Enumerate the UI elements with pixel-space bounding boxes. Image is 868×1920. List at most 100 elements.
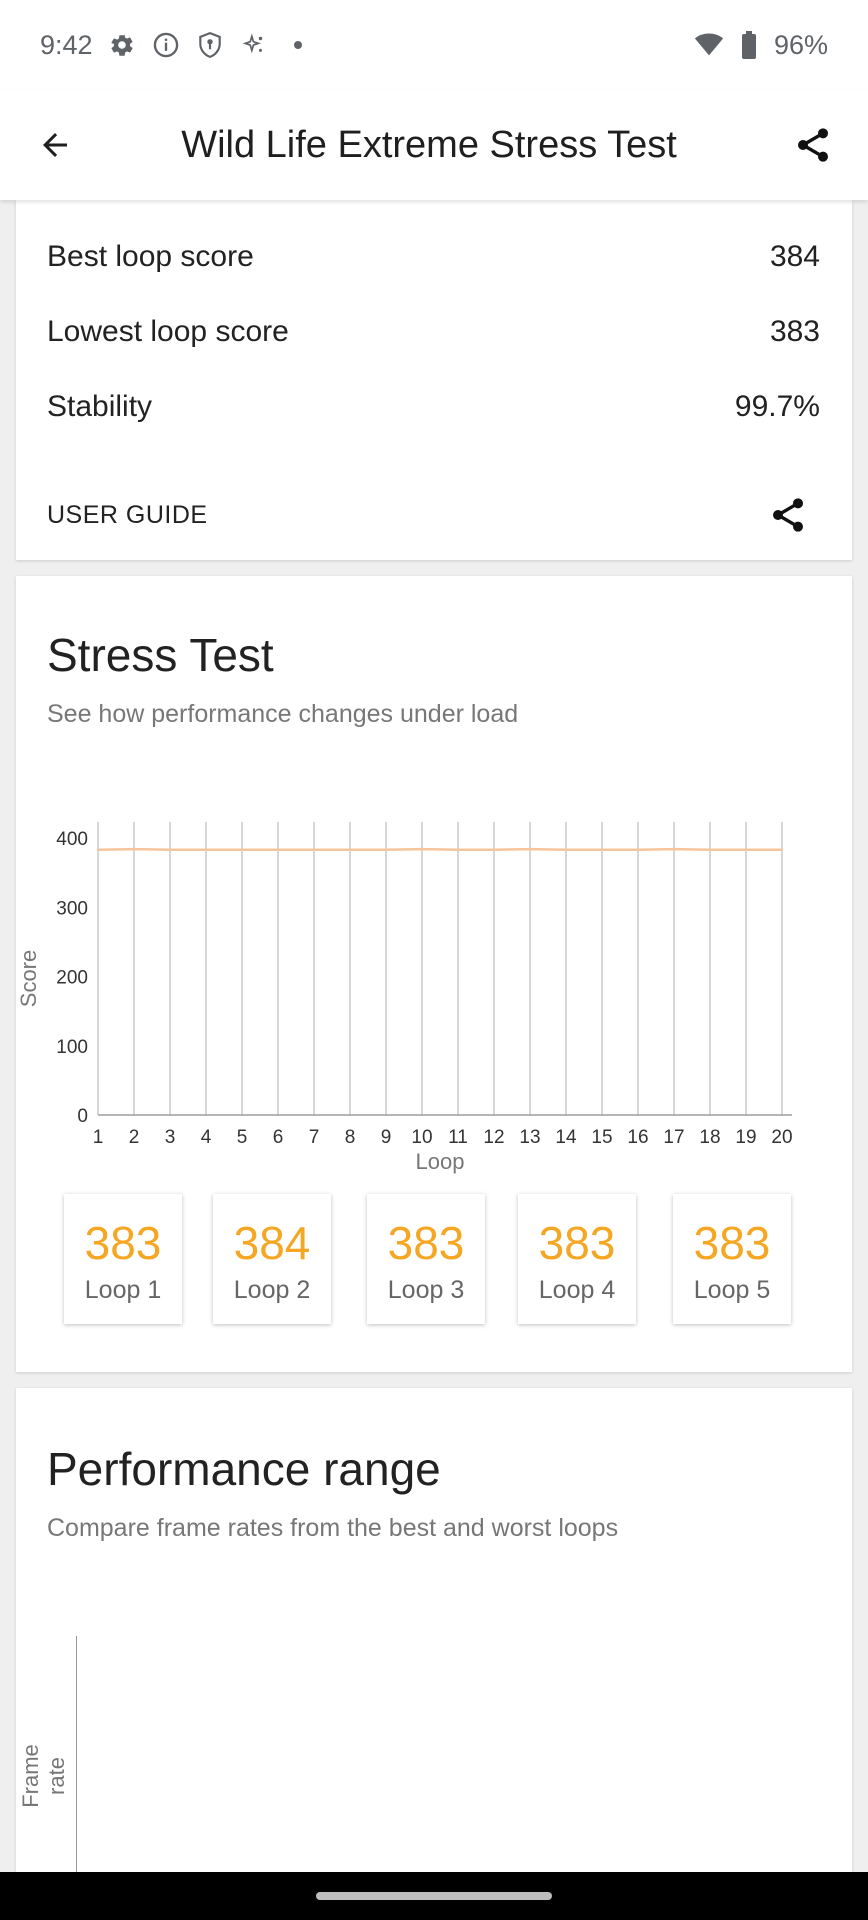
page-title: Wild Life Extreme Stress Test bbox=[181, 123, 677, 166]
data-point bbox=[456, 848, 460, 851]
share-icon bbox=[773, 498, 803, 532]
stress-chart: 01002003004001 2 3 4 5 6 7 8 9 10 11 12 13 14 15 16 17 18… bbox=[16, 822, 793, 1174]
x-tick-label: 10 bbox=[411, 1127, 432, 1148]
data-point bbox=[276, 848, 280, 851]
x-tick-label: 19 bbox=[735, 1127, 756, 1148]
x-tick-label: 2 bbox=[129, 1127, 140, 1148]
best-loop-label: Best loop score bbox=[47, 240, 254, 273]
stability-value: 99.7% bbox=[734, 390, 820, 423]
data-point bbox=[348, 848, 352, 851]
y-axis-label: Score bbox=[16, 950, 41, 1007]
data-point bbox=[636, 848, 640, 851]
y-tick-label: 100 bbox=[56, 1037, 88, 1058]
clock: 9:42 bbox=[40, 29, 93, 60]
summary-card: Best loop score 384 Lowest loop score 38… bbox=[16, 200, 852, 560]
x-tick-label: 20 bbox=[771, 1127, 792, 1148]
data-point bbox=[672, 847, 676, 851]
best-loop-row: Best loop score 384 bbox=[47, 240, 820, 274]
status-bar: 9:42 96% bbox=[0, 0, 868, 90]
share-icon bbox=[798, 128, 828, 162]
loop-score: 383 bbox=[538, 1217, 616, 1269]
x-tick-label: 13 bbox=[519, 1127, 540, 1148]
loop-card-2: 384 Loop 2 bbox=[213, 1194, 331, 1324]
x-tick-label: 5 bbox=[237, 1127, 248, 1148]
loop-score: 384 bbox=[233, 1217, 311, 1269]
x-tick-label: 17 bbox=[663, 1127, 684, 1148]
score-line bbox=[97, 847, 782, 852]
loop-card-3: 383 Loop 3 bbox=[367, 1194, 485, 1324]
stability-row: Stability 99.7% bbox=[47, 390, 820, 424]
user-guide-link[interactable]: USER GUIDE bbox=[47, 501, 208, 530]
y-tick-label: 400 bbox=[56, 829, 88, 850]
settings-icon bbox=[107, 30, 137, 60]
shield-icon bbox=[195, 30, 225, 60]
user-guide-share-button[interactable] bbox=[766, 493, 810, 537]
battery-icon bbox=[734, 30, 764, 60]
loop-label: Loop 1 bbox=[84, 1276, 162, 1304]
loop-label: Loop 4 bbox=[538, 1276, 616, 1304]
loop-label: Loop 5 bbox=[693, 1276, 771, 1304]
x-tick-label: 18 bbox=[699, 1127, 720, 1148]
loop-score: 383 bbox=[84, 1217, 162, 1269]
data-point bbox=[744, 848, 748, 851]
data-point bbox=[384, 848, 388, 851]
data-point bbox=[240, 848, 244, 851]
data-point bbox=[204, 848, 208, 851]
loop-card-4: 383 Loop 4 bbox=[518, 1194, 636, 1324]
stability-label: Stability bbox=[47, 390, 153, 423]
wifi-icon bbox=[694, 30, 724, 60]
app-bar: Wild Life Extreme Stress Test bbox=[0, 90, 868, 200]
loop-score: 383 bbox=[693, 1217, 771, 1269]
loop-card-5: 383 Loop 5 bbox=[673, 1194, 791, 1324]
dot-icon bbox=[283, 30, 313, 60]
back-button[interactable] bbox=[0, 90, 110, 200]
navigation-bar bbox=[0, 1872, 868, 1920]
loop-label: Loop 3 bbox=[387, 1276, 465, 1304]
data-point bbox=[420, 847, 424, 851]
x-tick-label: 12 bbox=[483, 1127, 504, 1148]
x-tick-label: 1 bbox=[93, 1127, 104, 1148]
x-tick-label: 9 bbox=[381, 1127, 392, 1148]
stress-test-card: Stress Test See how performance changes … bbox=[16, 576, 852, 1372]
back-arrow-icon bbox=[43, 133, 67, 157]
x-tick-label: 4 bbox=[201, 1127, 212, 1148]
data-point bbox=[528, 847, 532, 851]
x-tick-label: 15 bbox=[591, 1127, 612, 1148]
data-point bbox=[708, 848, 712, 851]
loop-label: Loop 2 bbox=[233, 1276, 311, 1304]
loop-score: 383 bbox=[387, 1217, 465, 1269]
data-point bbox=[312, 848, 316, 851]
x-tick-label: 6 bbox=[273, 1127, 284, 1148]
x-tick-label: 7 bbox=[309, 1127, 320, 1148]
lowest-loop-label: Lowest loop score bbox=[47, 315, 289, 348]
data-point bbox=[780, 848, 784, 851]
frame-rate-axis bbox=[76, 1636, 77, 1908]
battery-percent: 96% bbox=[773, 29, 828, 60]
data-point bbox=[492, 848, 496, 851]
frame-rate-axis-label: Frame rate bbox=[18, 1744, 69, 1808]
x-axis-label: Loop bbox=[416, 1149, 465, 1174]
x-tick-label: 11 bbox=[448, 1127, 468, 1148]
x-tick-label: 8 bbox=[345, 1127, 356, 1148]
y-tick-label: 0 bbox=[77, 1106, 88, 1127]
performance-range-title: Performance range bbox=[47, 1443, 441, 1495]
lowest-loop-row: Lowest loop score 383 bbox=[47, 315, 820, 349]
x-tick-label: 14 bbox=[555, 1127, 577, 1148]
home-handle[interactable] bbox=[316, 1892, 552, 1900]
performance-range-card: Performance range Compare frame rates fr… bbox=[16, 1388, 852, 1908]
data-point bbox=[96, 848, 100, 851]
info-icon bbox=[151, 30, 181, 60]
share-button[interactable] bbox=[758, 90, 868, 200]
performance-range-subtitle: Compare frame rates from the best and wo… bbox=[47, 1514, 619, 1542]
lowest-loop-value: 383 bbox=[769, 315, 820, 348]
sparkle-icon bbox=[239, 30, 269, 60]
data-point bbox=[600, 848, 604, 851]
data-point bbox=[564, 848, 568, 851]
y-tick-label: 300 bbox=[56, 898, 88, 919]
y-tick-label: 200 bbox=[56, 968, 88, 989]
x-tick-label: 3 bbox=[165, 1127, 176, 1148]
user-guide-row[interactable]: USER GUIDE bbox=[47, 480, 820, 550]
loop-card-1: 383 Loop 1 bbox=[64, 1194, 182, 1324]
data-point bbox=[132, 847, 136, 851]
best-loop-value: 384 bbox=[769, 240, 820, 273]
